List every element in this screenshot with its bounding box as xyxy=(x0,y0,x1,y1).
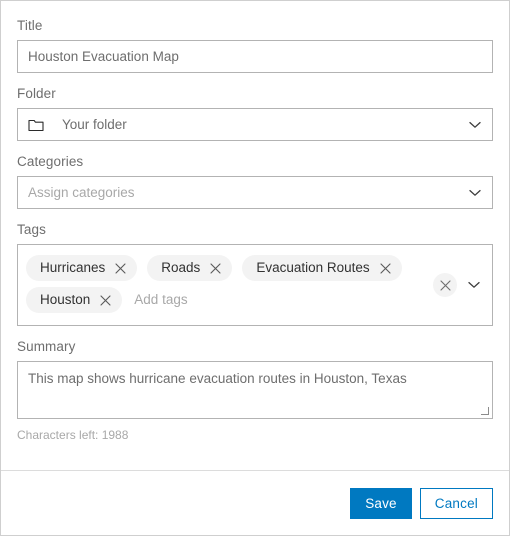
save-button[interactable]: Save xyxy=(350,487,412,519)
dialog-footer: Save Cancel xyxy=(1,470,509,535)
item-details-dialog: Title Houston Evacuation Map Folder Your… xyxy=(0,0,510,536)
close-icon[interactable] xyxy=(379,262,392,275)
close-icon[interactable] xyxy=(99,294,112,307)
summary-field-group: Summary This map shows hurricane evacuat… xyxy=(17,338,493,443)
tag-chip-label: Hurricanes xyxy=(40,260,106,275)
title-input[interactable]: Houston Evacuation Map xyxy=(17,40,493,73)
tag-chip[interactable]: Hurricanes xyxy=(26,255,138,281)
tag-chip-label: Houston xyxy=(40,292,91,307)
summary-textarea-value: This map shows hurricane evacuation rout… xyxy=(28,371,407,386)
folder-select[interactable]: Your folder xyxy=(17,108,493,141)
chevron-down-icon xyxy=(469,187,481,199)
resize-handle[interactable] xyxy=(480,406,489,415)
chevron-down-icon[interactable] xyxy=(464,275,484,295)
categories-field-group: Categories Assign categories xyxy=(17,153,493,209)
tag-chip-list: Hurricanes Roads Evacuation Routes Houst… xyxy=(26,253,434,317)
close-icon[interactable] xyxy=(114,262,127,275)
tag-chip[interactable]: Roads xyxy=(147,255,233,281)
folder-icon xyxy=(28,117,44,133)
tag-chip-label: Evacuation Routes xyxy=(256,260,370,275)
tag-chip-label: Roads xyxy=(161,260,201,275)
folder-label: Folder xyxy=(17,86,56,101)
close-icon[interactable] xyxy=(209,262,222,275)
tag-chip[interactable]: Evacuation Routes xyxy=(242,255,402,281)
tag-chip[interactable]: Houston xyxy=(26,287,123,313)
folder-select-value: Your folder xyxy=(62,116,127,132)
categories-placeholder: Assign categories xyxy=(28,184,135,200)
categories-label: Categories xyxy=(17,154,84,169)
folder-field-group: Folder Your folder xyxy=(17,85,493,141)
characters-left-text: Characters left: 1988 xyxy=(17,428,129,442)
tags-actions xyxy=(433,273,484,297)
tags-label: Tags xyxy=(17,222,46,237)
summary-textarea[interactable]: This map shows hurricane evacuation rout… xyxy=(17,361,493,419)
clear-tags-button[interactable] xyxy=(433,273,457,297)
title-input-value: Houston Evacuation Map xyxy=(28,48,179,64)
summary-label: Summary xyxy=(17,339,76,354)
dialog-form-body: Title Houston Evacuation Map Folder Your… xyxy=(1,1,509,470)
title-field-group: Title Houston Evacuation Map xyxy=(17,17,493,73)
tags-combobox[interactable]: Hurricanes Roads Evacuation Routes Houst… xyxy=(17,244,493,326)
title-label: Title xyxy=(17,18,43,33)
chevron-down-icon xyxy=(469,119,481,131)
cancel-button[interactable]: Cancel xyxy=(419,487,493,519)
add-tags-input[interactable]: Add tags xyxy=(132,287,434,313)
categories-select[interactable]: Assign categories xyxy=(17,176,493,209)
tags-field-group: Tags Hurricanes Roads Evacuation Routes … xyxy=(17,221,493,326)
